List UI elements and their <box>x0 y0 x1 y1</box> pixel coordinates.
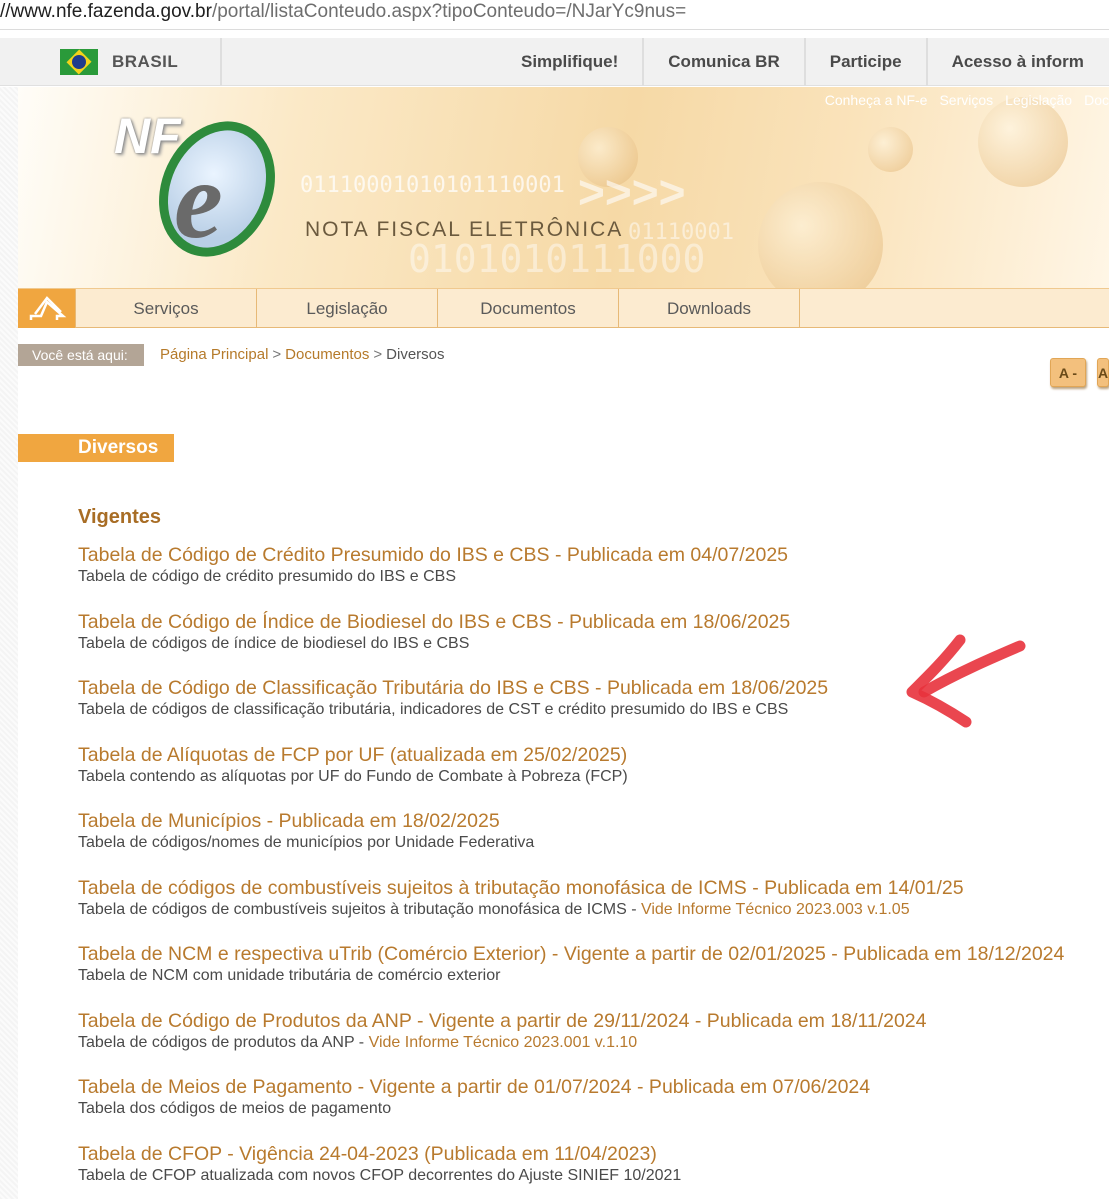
list-item: Tabela de Municípios - Publicada em 18/0… <box>78 809 1098 876</box>
document-description: Tabela de CFOP atualizada com novos CFOP… <box>78 1166 1098 1186</box>
document-link[interactable]: Tabela de Alíquotas de FCP por UF (atual… <box>78 743 1098 767</box>
description-text: Tabela de CFOP atualizada com novos CFOP… <box>78 1166 682 1184</box>
document-description: Tabela de códigos de produtos da ANP - V… <box>78 1033 1098 1053</box>
home-icon <box>29 295 66 320</box>
list-item: Tabela de códigos de combustíveis sujeit… <box>78 876 1098 943</box>
document-link[interactable]: Tabela de Meios de Pagamento - Vigente a… <box>78 1075 1098 1099</box>
breadcrumb-separator: > <box>373 346 383 363</box>
description-text: Tabela de código de crédito presumido do… <box>78 568 457 585</box>
brasil-label: BRASIL <box>112 52 179 71</box>
banner-tagline: NOTA FISCAL ELETRÔNICA <box>305 218 624 241</box>
top-link-legislacao[interactable]: Legislação <box>1005 92 1072 108</box>
logo-text: NF <box>114 108 181 164</box>
list-item: Tabela de Meios de Pagamento - Vigente a… <box>78 1075 1098 1142</box>
top-link-conheca[interactable]: Conheça a NF-e <box>825 92 928 108</box>
description-text: Tabela dos códigos de meios de pagamento <box>78 1100 392 1117</box>
gov-bar: BRASIL Simplifique! Comunica BR Particip… <box>0 38 1109 86</box>
gov-link-comunica-br[interactable]: Comunica BR <box>644 38 806 86</box>
home-button[interactable] <box>18 289 76 328</box>
address-bar[interactable]: //www.nfe.fazenda.gov.br/portal/listaCon… <box>0 0 1109 30</box>
informe-tecnico-link[interactable]: Vide Informe Técnico 2023.003 v.1.05 <box>641 901 910 918</box>
nav-legislacao[interactable]: Legislação <box>257 289 438 328</box>
nav-servicos[interactable]: Serviços <box>76 289 257 328</box>
document-link[interactable]: Tabela de NCM e respectiva uTrib (Comérc… <box>78 942 1098 966</box>
banner-binary: 0101010111000 <box>408 237 706 281</box>
banner-binary: 01110001010101110001 <box>300 173 565 198</box>
brasil-link[interactable]: BRASIL <box>60 38 222 86</box>
document-link[interactable]: Tabela de CFOP - Vigência 24-04-2023 (Pu… <box>78 1142 1098 1166</box>
gov-link-acesso-informacao[interactable]: Acesso à inform <box>928 38 1108 86</box>
nav-documentos[interactable]: Documentos <box>438 289 619 328</box>
left-gutter <box>0 87 18 1199</box>
list-item: Tabela de Código de Crédito Presumido do… <box>78 543 1098 610</box>
breadcrumb-label: Você está aqui: <box>18 344 144 366</box>
document-link[interactable]: Tabela de Código de Crédito Presumido do… <box>78 543 1098 567</box>
banner-orb <box>978 97 1068 187</box>
document-link[interactable]: Tabela de Código de Produtos da ANP - Vi… <box>78 1009 1098 1033</box>
logo-letter: e <box>174 139 223 261</box>
document-description: Tabela de NCM com unidade tributária de … <box>78 966 1098 986</box>
banner-orb <box>868 127 913 172</box>
description-text: Tabela de códigos/nomes de municípios po… <box>78 834 535 851</box>
gov-link-simplifique[interactable]: Simplifique! <box>497 38 645 86</box>
document-link[interactable]: Tabela de Municípios - Publicada em 18/0… <box>78 809 1098 833</box>
header-banner: 01110001010101110001 01110001 0101010111… <box>18 87 1109 288</box>
brazil-flag-icon <box>60 49 98 75</box>
document-link[interactable]: Tabela de códigos de combustíveis sujeit… <box>78 876 1098 900</box>
list-item: Tabela de Código de Produtos da ANP - Vi… <box>78 1009 1098 1076</box>
list-item: Tabela de NCM e respectiva uTrib (Comérc… <box>78 942 1098 1009</box>
breadcrumb-documentos[interactable]: Documentos <box>285 346 369 363</box>
banner-orb <box>758 182 883 288</box>
description-text: Tabela de códigos de combustíveis sujeit… <box>78 900 641 918</box>
red-arrow-annotation-icon <box>906 634 1026 728</box>
gov-links: Simplifique! Comunica BR Participe Acess… <box>497 38 1108 86</box>
description-text: Tabela de códigos de produtos da ANP - <box>78 1033 369 1051</box>
section-title: Diversos <box>18 434 174 462</box>
banner-top-links: Conheça a NF-e Serviços Legislação Doc <box>825 92 1109 108</box>
document-description: Tabela contendo as alíquotas por UF do F… <box>78 767 1098 787</box>
breadcrumb-separator: > <box>272 346 282 363</box>
nav-downloads[interactable]: Downloads <box>619 289 800 328</box>
breadcrumb: Página Principal > Documentos > Diversos <box>160 346 445 363</box>
font-increase-button[interactable]: A <box>1097 358 1109 387</box>
font-decrease-button[interactable]: A - <box>1050 358 1086 387</box>
nfe-logo[interactable]: e NF <box>114 102 299 276</box>
group-title: Vigentes <box>78 506 161 528</box>
document-description: Tabela de código de crédito presumido do… <box>78 567 1098 587</box>
url-path: /portal/listaConteudo.aspx?tipoConteudo=… <box>211 1 687 22</box>
description-text: Tabela contendo as alíquotas por UF do F… <box>78 767 628 785</box>
description-text: Tabela de códigos de índice de biodiesel… <box>78 634 470 652</box>
chevron-decoration-icon: >>>> <box>578 166 686 218</box>
informe-tecnico-link[interactable]: Vide Informe Técnico 2023.001 v.1.10 <box>369 1034 638 1051</box>
top-link-servicos[interactable]: Serviços <box>939 92 993 108</box>
document-description: Tabela de códigos/nomes de municípios po… <box>78 833 1098 853</box>
main-nav: Serviços Legislação Documentos Downloads <box>18 288 1109 328</box>
gov-link-participe[interactable]: Participe <box>806 38 928 86</box>
document-description: Tabela dos códigos de meios de pagamento <box>78 1099 1098 1119</box>
breadcrumb-home[interactable]: Página Principal <box>160 346 268 363</box>
list-item: Tabela de CFOP - Vigência 24-04-2023 (Pu… <box>78 1142 1098 1199</box>
description-text: Tabela de códigos de classificação tribu… <box>78 701 789 718</box>
document-description: Tabela de códigos de combustíveis sujeit… <box>78 900 1098 920</box>
breadcrumb-current: Diversos <box>386 346 445 363</box>
url-host: //www.nfe.fazenda.gov.br <box>0 1 212 22</box>
description-text: Tabela de NCM com unidade tributária de … <box>78 967 501 984</box>
list-item: Tabela de Alíquotas de FCP por UF (atual… <box>78 743 1098 810</box>
top-link-documentos[interactable]: Doc <box>1084 92 1109 108</box>
